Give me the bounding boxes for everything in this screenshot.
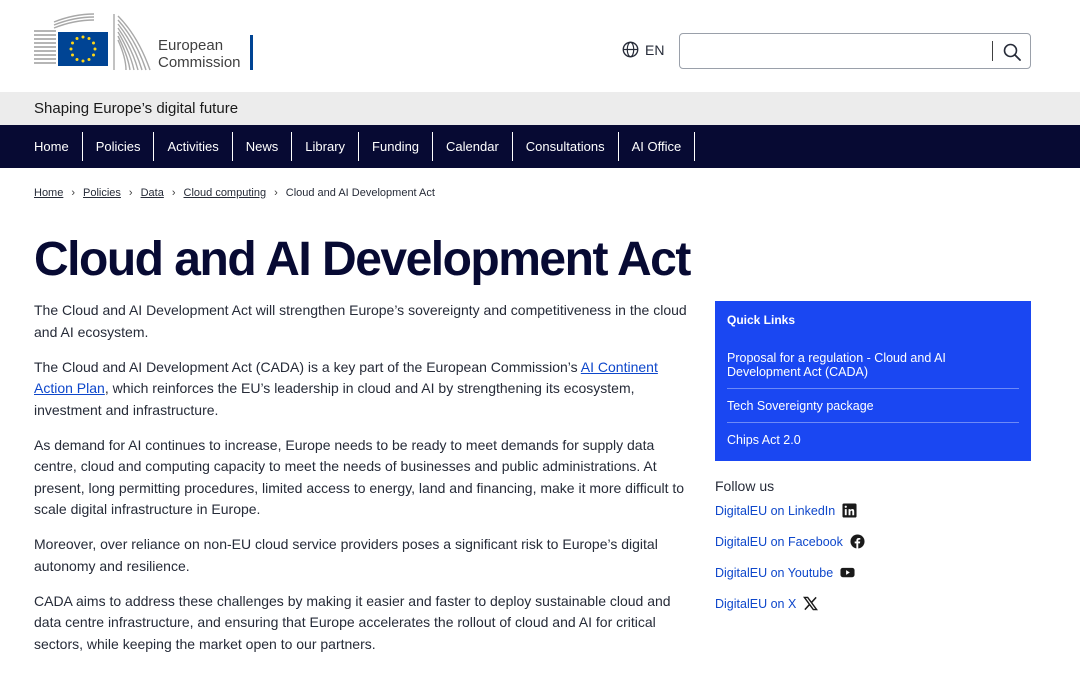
nav-item-calendar[interactable]: Calendar bbox=[433, 132, 513, 161]
quick-link-cada-proposal[interactable]: Proposal for a regulation - Cloud and AI… bbox=[727, 351, 1019, 389]
social-link-facebook-label: DigitalEU on Facebook bbox=[715, 534, 843, 549]
youtube-icon bbox=[840, 567, 855, 578]
chevron-right-icon: › bbox=[171, 187, 176, 199]
social-link-x-label: DigitalEU on X bbox=[715, 596, 797, 611]
page-title: Cloud and AI Development Act bbox=[34, 233, 691, 286]
breadcrumb: Home › Policies › Data › Cloud computing… bbox=[34, 187, 435, 199]
cada-text-before: The Cloud and AI Development Act (CADA) … bbox=[34, 358, 581, 375]
site-header: European Commission EN bbox=[0, 0, 1080, 92]
reliance-paragraph: Moreover, over reliance on non-EU cloud … bbox=[34, 536, 658, 574]
language-selector[interactable]: EN bbox=[622, 41, 664, 58]
social-link-facebook[interactable]: DigitalEU on Facebook bbox=[715, 533, 1035, 550]
search-box bbox=[679, 33, 1031, 69]
search-button[interactable] bbox=[1000, 40, 1024, 64]
breadcrumb-home[interactable]: Home bbox=[34, 187, 63, 199]
nav-item-library[interactable]: Library bbox=[292, 132, 360, 161]
demand-paragraph: As demand for AI continues to increase, … bbox=[34, 436, 685, 518]
cada-paragraph: The Cloud and AI Development Act (CADA) … bbox=[34, 357, 689, 422]
nav-item-news[interactable]: News bbox=[233, 132, 293, 161]
breadcrumb-data[interactable]: Data bbox=[141, 187, 164, 199]
nav-item-funding[interactable]: Funding bbox=[359, 132, 434, 161]
social-link-linkedin[interactable]: DigitalEU on LinkedIn bbox=[715, 502, 1035, 519]
intro-paragraph: The Cloud and AI Development Act will st… bbox=[34, 302, 687, 340]
follow-us-section: Follow us DigitalEU on LinkedIn DigitalE… bbox=[715, 478, 1035, 626]
linkedin-icon bbox=[842, 503, 857, 518]
nav-item-activities[interactable]: Activities bbox=[154, 132, 233, 161]
logo-divider bbox=[250, 35, 253, 70]
social-link-youtube-label: DigitalEU on Youtube bbox=[715, 565, 834, 580]
site-name-bar: Shaping Europe’s digital future bbox=[0, 92, 1080, 125]
social-link-youtube[interactable]: DigitalEU on Youtube bbox=[715, 564, 1035, 581]
logo-text: European Commission bbox=[158, 37, 241, 71]
social-link-x[interactable]: DigitalEU on X bbox=[715, 595, 1035, 612]
language-code: EN bbox=[645, 41, 665, 58]
x-icon bbox=[803, 596, 819, 611]
search-divider bbox=[992, 41, 993, 61]
quick-link-tech-sovereignty[interactable]: Tech Sovereignty package bbox=[727, 399, 1019, 423]
aims-paragraph: CADA aims to address these challenges by… bbox=[34, 592, 671, 652]
search-input[interactable] bbox=[688, 38, 988, 64]
main-navigation: Home Policies Activities News Library Fu… bbox=[0, 125, 1080, 168]
main-content: The Cloud and AI Development Act will st… bbox=[34, 300, 689, 669]
breadcrumb-current: Cloud and AI Development Act bbox=[285, 187, 435, 199]
cada-text-after: , which reinforces the EU’s leadership i… bbox=[34, 380, 635, 418]
breadcrumb-policies[interactable]: Policies bbox=[83, 187, 121, 199]
nav-item-home[interactable]: Home bbox=[21, 132, 83, 161]
globe-icon bbox=[622, 41, 639, 58]
social-link-linkedin-label: DigitalEU on LinkedIn bbox=[715, 503, 836, 518]
search-icon bbox=[1003, 43, 1021, 61]
breadcrumb-cloud-computing[interactable]: Cloud computing bbox=[184, 187, 267, 199]
quick-link-chips-act[interactable]: Chips Act 2.0 bbox=[727, 433, 1019, 456]
chevron-right-icon: › bbox=[128, 187, 133, 199]
nav-item-consultations[interactable]: Consultations bbox=[513, 132, 619, 161]
nav-item-policies[interactable]: Policies bbox=[83, 132, 155, 161]
logo-line-2: Commission bbox=[158, 54, 241, 71]
nav-item-ai-office[interactable]: AI Office bbox=[619, 132, 696, 161]
chevron-right-icon: › bbox=[71, 187, 76, 199]
quick-links-title: Quick Links bbox=[727, 313, 796, 327]
site-name[interactable]: Shaping Europe’s digital future bbox=[34, 100, 238, 117]
chevron-right-icon: › bbox=[274, 187, 278, 199]
follow-us-title: Follow us bbox=[715, 478, 775, 494]
facebook-icon bbox=[850, 534, 865, 549]
logo-line-1: European bbox=[158, 37, 224, 54]
quick-links-panel: Quick Links Proposal for a regulation - … bbox=[715, 301, 1031, 461]
